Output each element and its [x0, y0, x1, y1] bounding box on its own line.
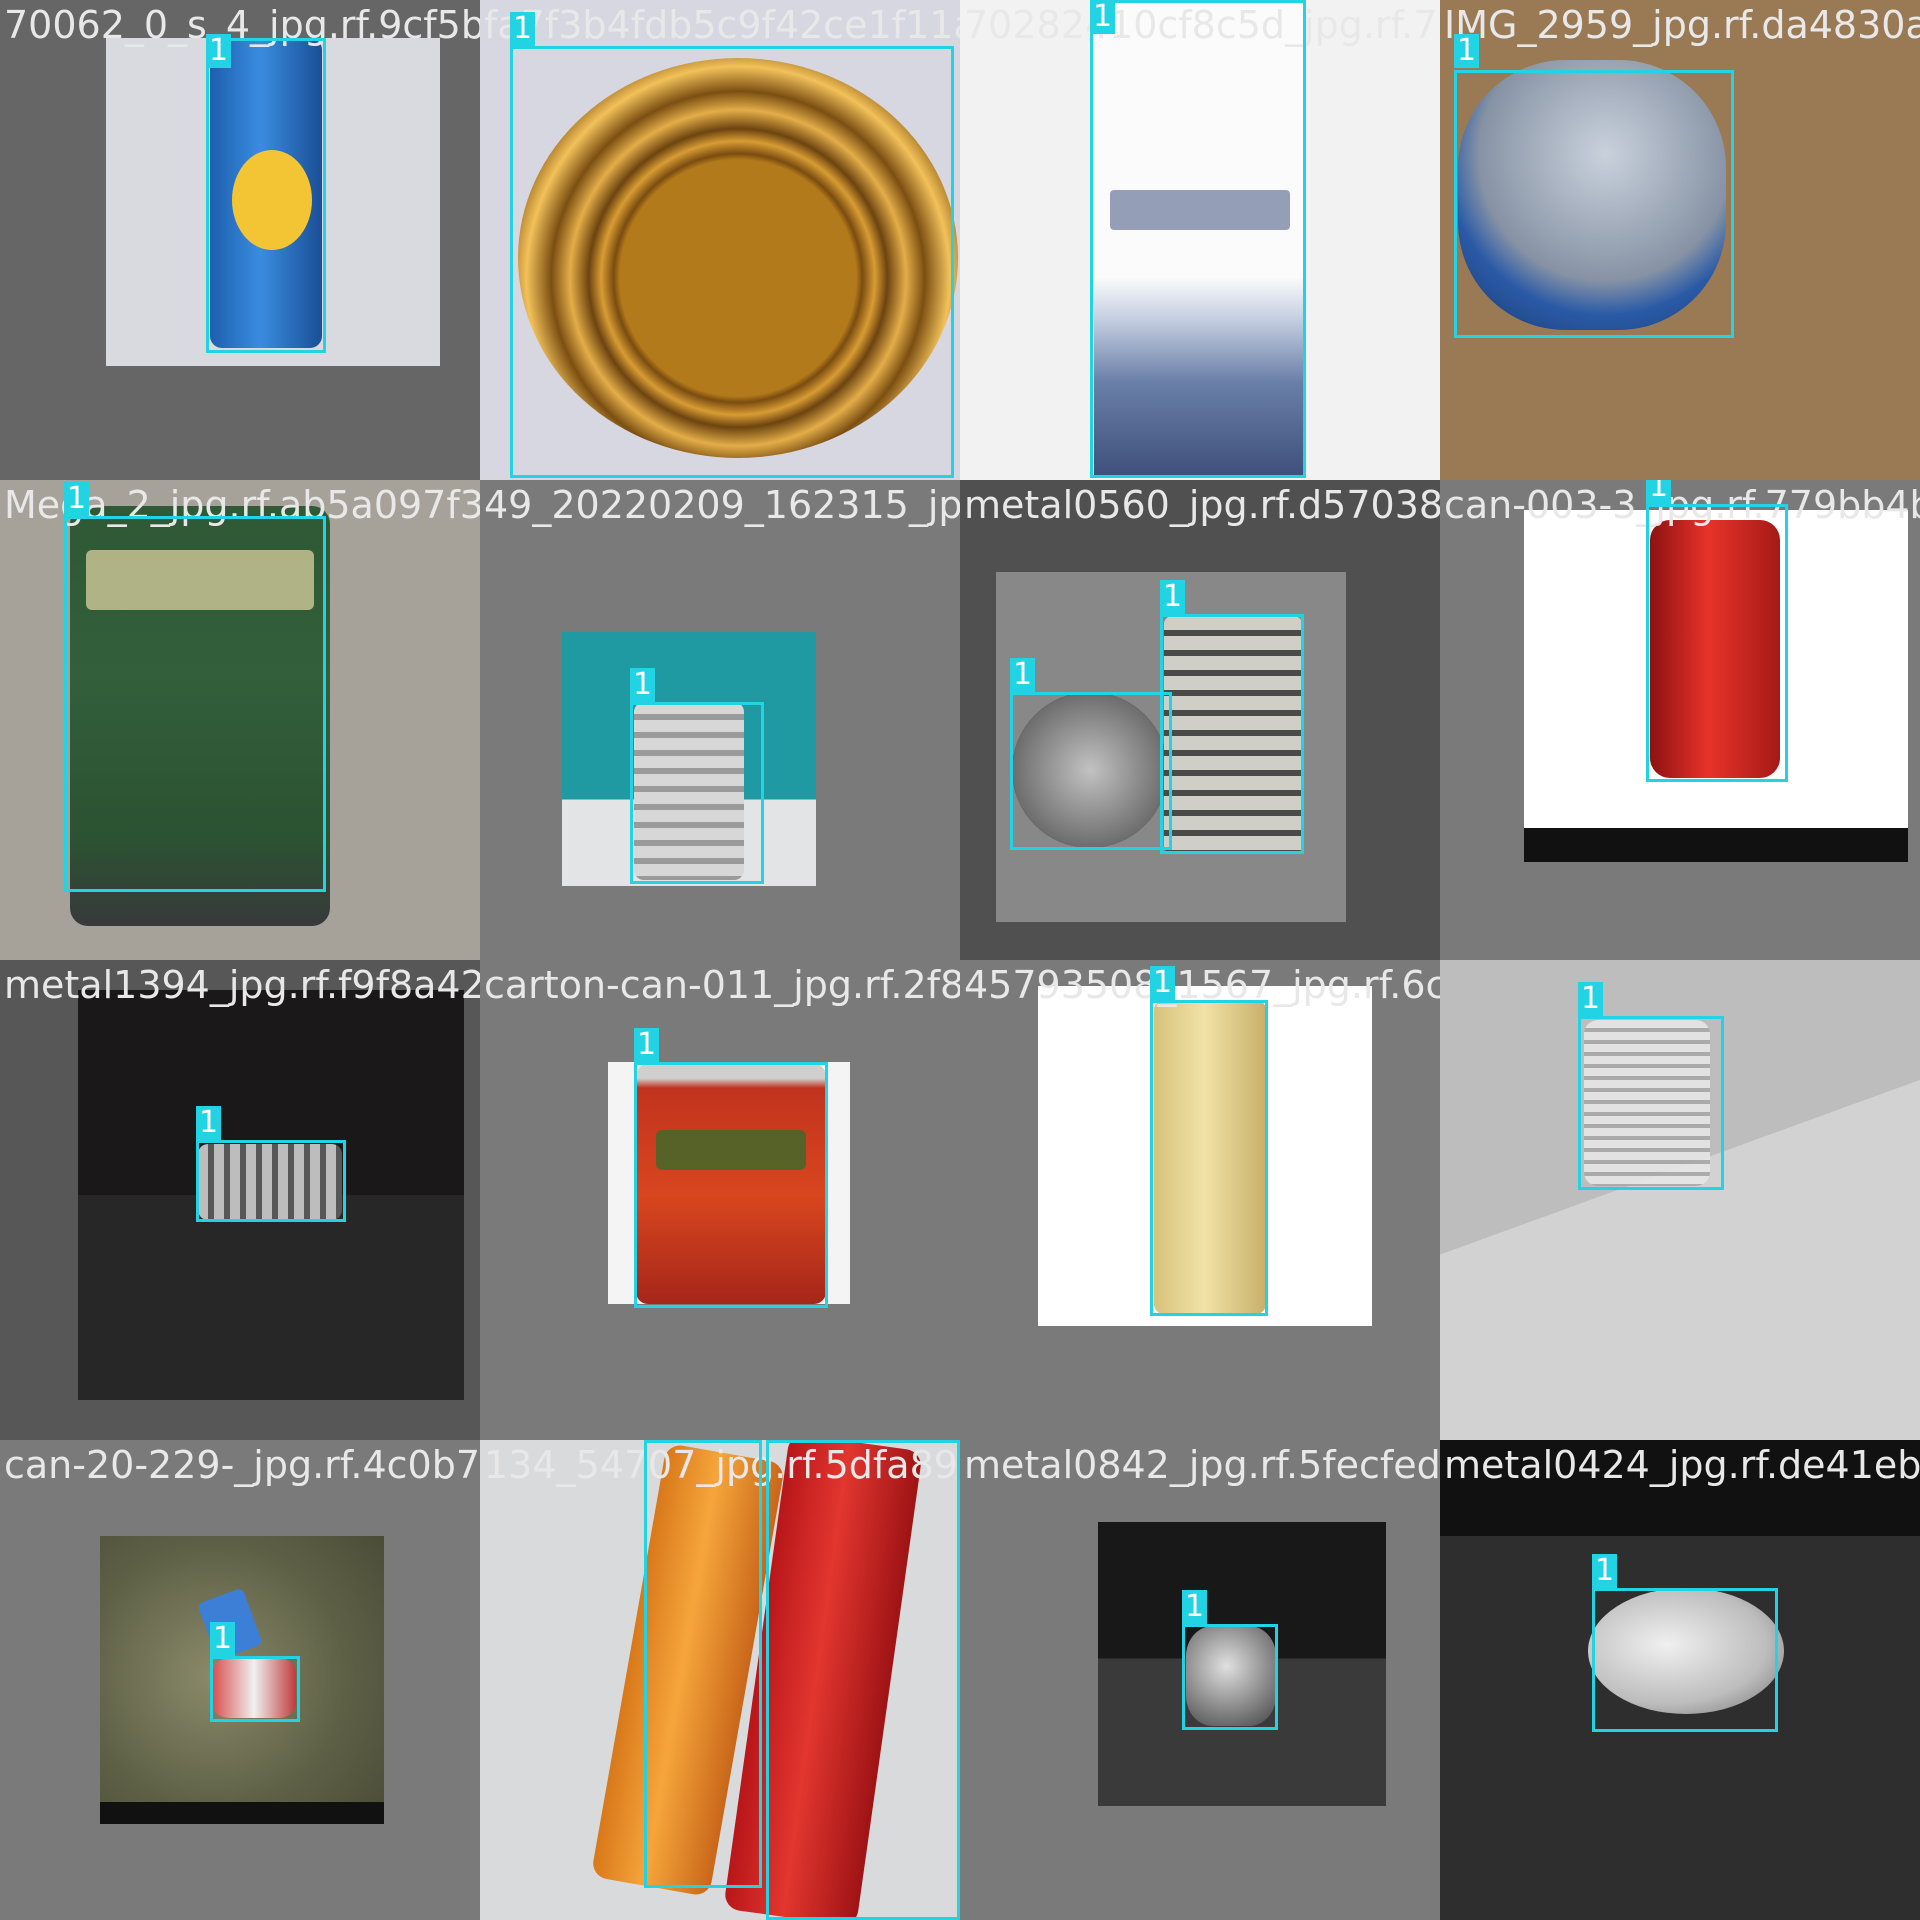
- bounding-box: [1090, 0, 1306, 478]
- box-class-label: 1: [206, 34, 232, 68]
- mosaic-tile: metal0842_jpg.rf.5fecfedbd1 1: [960, 1440, 1440, 1920]
- mosaic-tile: Mega_2_jpg.rf.ab5a097f3e3 1: [0, 480, 480, 960]
- mosaic-tile: can-003-3_jpg.rf.779bb4b 1: [1440, 480, 1920, 960]
- box-class-label: 1: [1150, 966, 1176, 1000]
- bounding-box: [634, 1062, 828, 1308]
- bounding-box: [206, 38, 326, 353]
- photo-watermark-bar: [100, 1802, 384, 1824]
- box-class-label: 1: [1010, 658, 1036, 692]
- tile-filename: fa7f3b4fdb5c9f42ce1f11aee9: [484, 3, 960, 47]
- bounding-box: [1578, 1016, 1724, 1190]
- bounding-box: [196, 1140, 346, 1222]
- box-class-label: 1: [1160, 580, 1186, 614]
- bounding-box: [1592, 1588, 1778, 1732]
- tile-filename: carton-can-011_jpg.rf.2f8c4: [484, 963, 960, 1007]
- bounding-box: [630, 702, 764, 884]
- bounding-box: [1182, 1624, 1278, 1730]
- mosaic-tile: 49_20220209_162315_jpg.rf. 1: [480, 480, 960, 960]
- tile-filename: can-20-229-_jpg.rf.4c0b72a1: [4, 1443, 480, 1487]
- tile-filename: metal0560_jpg.rf.d5703829ab: [964, 483, 1440, 527]
- tile-filename: metal1394_jpg.rf.f9f8a42d46: [4, 963, 480, 1007]
- box-class-label: 1: [1578, 982, 1604, 1016]
- tile-filename: metal0424_jpg.rf.de41ebea9: [1444, 1443, 1920, 1487]
- tile-filename: 49_20220209_162315_jpg.rf.: [484, 483, 960, 527]
- box-class-label: 1: [210, 1622, 236, 1656]
- mosaic-tile: IMG_2959_jpg.rf.da4830aa3 1: [1440, 0, 1920, 480]
- photo-watermark-bar: [1524, 828, 1908, 862]
- mosaic-tile: metal0424_jpg.rf.de41ebea9 1: [1440, 1440, 1920, 1920]
- mosaic-tile: 1: [1440, 960, 1920, 1440]
- tile-filename: IMG_2959_jpg.rf.da4830aa3: [1444, 3, 1920, 47]
- bounding-box: [644, 1440, 762, 1888]
- box-class-label: 1: [630, 668, 656, 702]
- box-class-label: 1: [510, 12, 536, 46]
- bounding-box: [510, 46, 954, 478]
- mosaic-tile: 134_54707_jpg.rf.5dfa8942e795 1 1: [480, 1440, 960, 1920]
- box-class-label: 1: [1646, 480, 1672, 504]
- bounding-box: [210, 1656, 300, 1722]
- bounding-box: [1646, 504, 1788, 782]
- box-class-label: 1: [1454, 34, 1480, 68]
- box-class-label: 1: [1592, 1554, 1618, 1588]
- image-mosaic: 70062_0_s_4_jpg.rf.9cf5b15 1 fa7f3b4fdb5…: [0, 0, 1920, 1920]
- mosaic-tile: fa7f3b4fdb5c9f42ce1f11aee9 1: [480, 0, 960, 480]
- box-class-label: 1: [196, 1106, 222, 1140]
- bounding-box: [1010, 692, 1172, 850]
- mosaic-tile: 70062_0_s_4_jpg.rf.9cf5b15 1: [0, 0, 480, 480]
- mosaic-tile: metal0560_jpg.rf.d5703829ab 1 1: [960, 480, 1440, 960]
- bounding-box: [1150, 1000, 1268, 1316]
- mosaic-tile: metal1394_jpg.rf.f9f8a42d46 1: [0, 960, 480, 1440]
- mosaic-tile: 70282410cf8c5d_jpg.rf.73e5d 1: [960, 0, 1440, 480]
- box-class-label: 1: [1182, 1590, 1208, 1624]
- box-class-label: 1: [1090, 0, 1116, 34]
- bounding-box: [1454, 70, 1734, 338]
- tile-filename: metal0842_jpg.rf.5fecfedbd1: [964, 1443, 1440, 1487]
- mosaic-tile: carton-can-011_jpg.rf.2f8c4 1: [480, 960, 960, 1440]
- box-class-label: 1: [64, 482, 90, 516]
- bounding-box: [64, 516, 326, 892]
- mosaic-tile: can-20-229-_jpg.rf.4c0b72a1 1: [0, 1440, 480, 1920]
- bounding-box: [766, 1440, 960, 1920]
- bounding-box: [1160, 614, 1304, 854]
- box-class-label: 1: [634, 1028, 660, 1062]
- mosaic-tile: 45793508_1567_jpg.rf.6c174 1: [960, 960, 1440, 1440]
